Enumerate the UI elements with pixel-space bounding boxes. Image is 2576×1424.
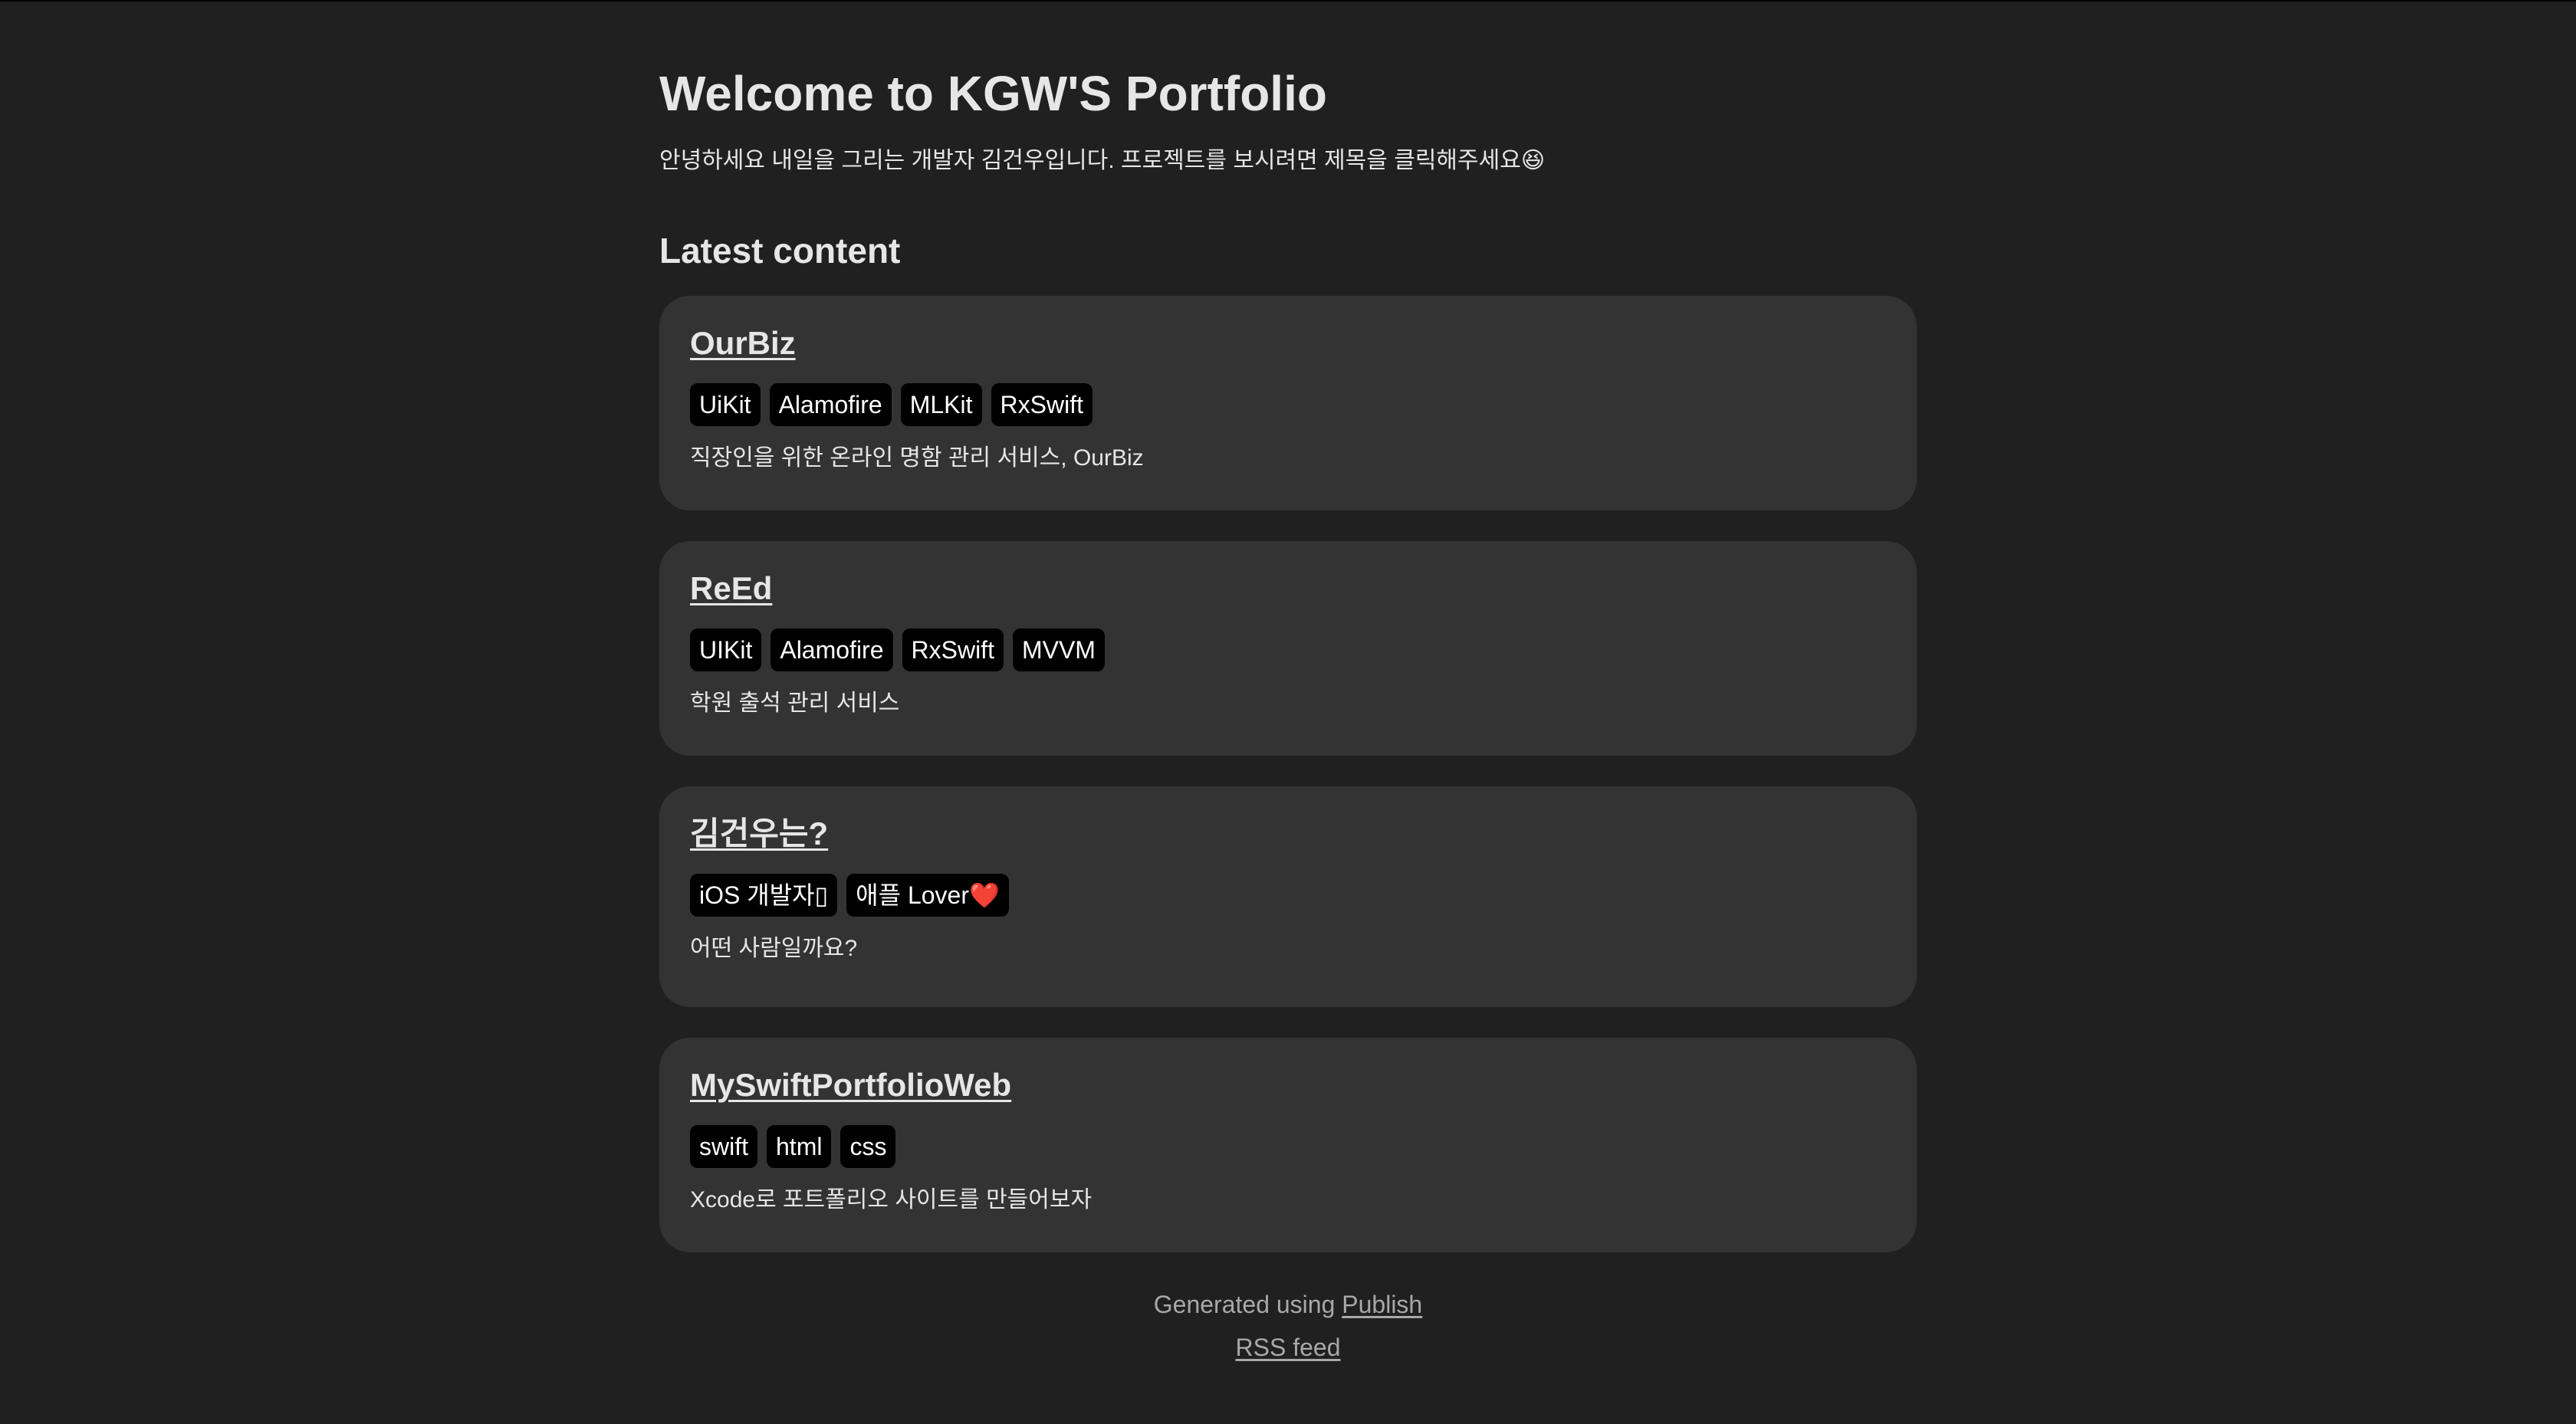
site-title: Welcome to KGW'S Portfolio — [659, 66, 1327, 121]
tag[interactable]: css — [840, 1125, 896, 1168]
site-footer: Generated using Publish RSS feed — [659, 1283, 1917, 1369]
tag[interactable]: Alamofire — [769, 383, 892, 426]
footer-rss-line: RSS feed — [659, 1326, 1917, 1369]
tag[interactable]: UiKit — [690, 383, 761, 426]
tag-list: swift html css — [690, 1125, 1886, 1168]
item-list: OurBiz UiKit Alamofire MLKit RxSwift 직장인… — [659, 296, 1917, 1252]
tag[interactable]: RxSwift — [991, 383, 1092, 426]
page-wrapper: Welcome to KGW'S Portfolio 안녕하세요 내일을 그리는… — [659, 2, 1917, 1369]
item-title-link[interactable]: MySwiftPortfolioWeb — [690, 1065, 1011, 1105]
item-title-link[interactable]: OurBiz — [690, 323, 796, 363]
tag[interactable]: Alamofire — [770, 628, 893, 671]
tag[interactable]: html — [767, 1125, 832, 1168]
list-item: OurBiz UiKit Alamofire MLKit RxSwift 직장인… — [659, 296, 1917, 510]
list-item: ReEd UIKit Alamofire RxSwift MVVM 학원 출석 … — [659, 541, 1917, 756]
list-item: 김건우는? iOS 개발자▯ 애플 Lover❤️ 어떤 사람일까요? — [659, 786, 1917, 1007]
site-description: 안녕하세요 내일을 그리는 개발자 김건우입니다. 프로젝트를 보시려면 제목을… — [659, 148, 1546, 173]
tag[interactable]: iOS 개발자▯ — [690, 874, 838, 917]
rss-feed-link[interactable]: RSS feed — [1236, 1334, 1341, 1361]
item-description: Xcode로 포트폴리오 사이트를 만들어보자 — [690, 1187, 1092, 1212]
item-description: 어떤 사람일까요? — [690, 936, 858, 961]
tag[interactable]: MLKit — [900, 383, 982, 426]
tag[interactable]: 애플 Lover❤️ — [846, 874, 1009, 917]
item-description: 직장인을 위한 온라인 명함 관리 서비스, OurBiz — [690, 445, 1144, 471]
site-header: Welcome to KGW'S Portfolio 안녕하세요 내일을 그리는… — [659, 63, 1917, 176]
list-item: MySwiftPortfolioWeb swift html css Xcode… — [659, 1038, 1917, 1252]
tag[interactable]: RxSwift — [902, 628, 1004, 671]
tag-list: iOS 개발자▯ 애플 Lover❤️ — [690, 874, 1886, 917]
tag[interactable]: swift — [690, 1125, 757, 1168]
item-title-link[interactable]: ReEd — [690, 569, 772, 609]
item-title-link[interactable]: 김건우는? — [690, 814, 828, 854]
tag[interactable]: MVVM — [1012, 628, 1105, 671]
item-description: 학원 출석 관리 서비스 — [690, 691, 900, 716]
tag[interactable]: UIKit — [690, 628, 762, 671]
footer-generated-line: Generated using Publish — [659, 1283, 1917, 1326]
publish-link[interactable]: Publish — [1342, 1291, 1422, 1318]
tag-list: UiKit Alamofire MLKit RxSwift — [690, 383, 1886, 426]
section-heading: Latest content — [659, 231, 901, 271]
tag-list: UIKit Alamofire RxSwift MVVM — [690, 628, 1886, 671]
footer-generated-text: Generated using — [1153, 1291, 1342, 1318]
